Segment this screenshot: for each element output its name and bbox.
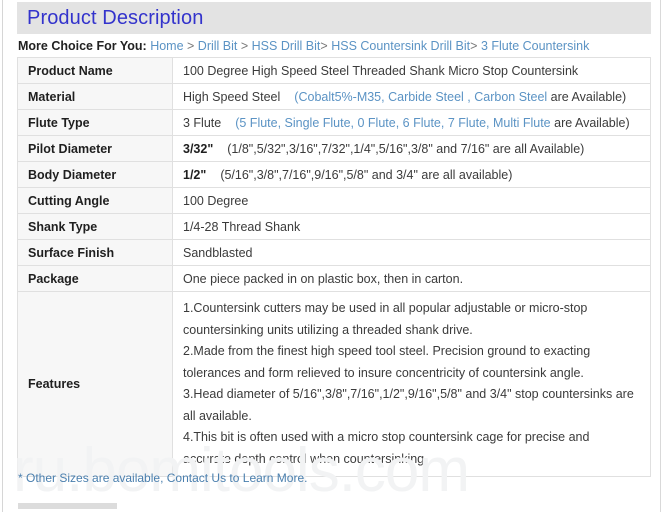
breadcrumb-link-0[interactable]: Home [150, 39, 183, 53]
spec-value-main: Sandblasted [183, 245, 253, 260]
spec-value: Sandblasted [172, 239, 651, 266]
spec-value: One piece packed in on plastic box, then… [172, 265, 651, 292]
spec-value: High Speed Steel (Cobalt5%-M35, Carbide S… [172, 83, 651, 110]
spec-value-tail: are Available) [547, 89, 627, 104]
bottom-accent-bar [18, 503, 117, 509]
spec-value-options[interactable]: (5 Flute, Single Flute, 0 Flute, 6 Flute… [235, 116, 550, 130]
table-row: Shank Type 1/4-28 Thread Shank [17, 213, 651, 240]
spec-value: 1/2" (5/16",3/8",7/16",9/16",5/8" and 3/4… [172, 161, 651, 188]
breadcrumb-lead: More Choice For You: [18, 39, 147, 53]
table-row-features: Features 1.Countersink cutters may be use… [17, 291, 651, 477]
breadcrumb-link-3[interactable]: HSS Countersink Drill Bit [331, 39, 470, 53]
spec-value-tail: (5/16",3/8",7/16",9/16",5/8" and 3/4" ar… [220, 167, 513, 182]
spec-value-main: 1/4-28 Thread Shank [183, 219, 301, 234]
page-title: Product Description [27, 6, 204, 29]
features-label: Features [17, 291, 173, 477]
spec-value-options[interactable]: (Cobalt5%-M35, Carbide Steel , Carbon St… [294, 90, 547, 104]
breadcrumb-link-2[interactable]: HSS Drill Bit [252, 39, 321, 53]
features-value: 1.Countersink cutters may be used in all… [172, 291, 651, 477]
spec-value-main: 3/32" [183, 141, 214, 156]
breadcrumb-link-4[interactable]: 3 Flute Countersink [481, 39, 589, 53]
table-row: Flute Type 3 Flute (5 Flute, Single Flute,… [17, 109, 651, 136]
spec-label: Body Diameter [17, 161, 173, 188]
table-row: Body Diameter 1/2" (5/16",3/8",7/16",9/16"… [17, 161, 651, 188]
table-row: Product Name 100 Degree High Speed Steel … [17, 57, 651, 84]
spec-value: 3 Flute (5 Flute, Single Flute, 0 Flute, … [172, 109, 651, 136]
spec-value: 1/4-28 Thread Shank [172, 213, 651, 240]
spec-label: Flute Type [17, 109, 173, 136]
spec-value-main: 100 Degree High Speed Steel Threaded Sha… [183, 63, 579, 78]
breadcrumb: More Choice For You: Home > Drill Bit > … [18, 37, 658, 56]
spec-label: Product Name [17, 57, 173, 84]
spec-label: Cutting Angle [17, 187, 173, 214]
page-frame: Product Description More Choice For You:… [2, 0, 661, 512]
spec-value: 100 Degree High Speed Steel Threaded Sha… [172, 57, 651, 84]
product-spec-table: Product Name 100 Degree High Speed Steel … [17, 57, 651, 477]
feature-line: 3.Head diameter of 5/16",3/8",7/16",1/2"… [183, 387, 634, 423]
feature-line: 1.Countersink cutters may be used in all… [183, 301, 588, 337]
spec-label: Shank Type [17, 213, 173, 240]
feature-line: 4.This bit is often used with a micro st… [183, 430, 590, 466]
spec-value-main: High Speed Steel [183, 89, 281, 104]
table-row: Pilot Diameter 3/32" (1/8",5/32",3/16",7/3… [17, 135, 651, 162]
breadcrumb-separator: > [183, 39, 198, 53]
table-row: Surface Finish Sandblasted [17, 239, 651, 266]
spec-label: Pilot Diameter [17, 135, 173, 162]
breadcrumb-separator: > [237, 39, 252, 53]
spec-value-tail: (1/8",5/32",3/16",7/32",1/4",5/16",3/8" … [227, 141, 585, 156]
spec-label: Surface Finish [17, 239, 173, 266]
table-row: Cutting Angle 100 Degree [17, 187, 651, 214]
table-row: Package One piece packed in on plastic bo… [17, 265, 651, 292]
spec-label: Material [17, 83, 173, 110]
spec-value-tail: are Available) [550, 115, 630, 130]
breadcrumb-link-1[interactable]: Drill Bit [198, 39, 238, 53]
spec-value-main: 1/2" [183, 167, 207, 182]
spec-value: 100 Degree [172, 187, 651, 214]
other-sizes-note: * Other Sizes are available, Contact Us … [18, 471, 308, 485]
table-row: Material High Speed Steel (Cobalt5%-M35, C… [17, 83, 651, 110]
product-description-header: Product Description [17, 2, 651, 34]
breadcrumb-separator: > [470, 39, 478, 53]
spec-value: 3/32" (1/8",5/32",3/16",7/32",1/4",5/16",… [172, 135, 651, 162]
spec-value-main: 3 Flute [183, 115, 222, 130]
spec-label: Package [17, 265, 173, 292]
spec-value-main: One piece packed in on plastic box, then… [183, 271, 464, 286]
feature-line: 2.Made from the finest high speed tool s… [183, 344, 591, 380]
spec-value-main: 100 Degree [183, 193, 249, 208]
breadcrumb-separator: > [320, 39, 328, 53]
